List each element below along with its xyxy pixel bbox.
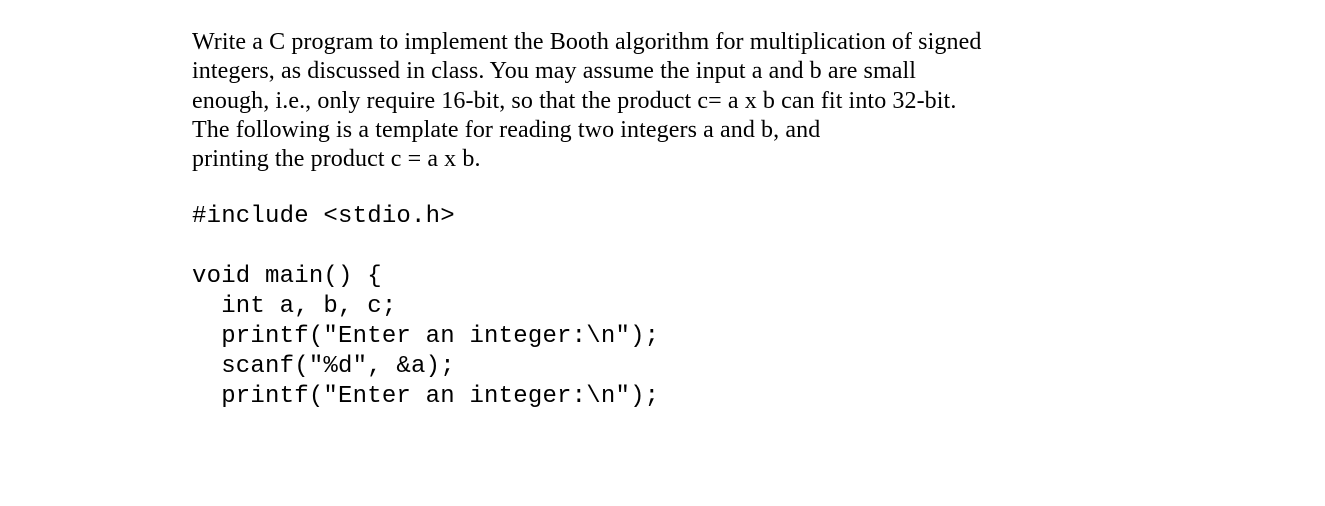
code-line-6: scanf("%d", &a); bbox=[192, 353, 455, 380]
problem-statement: Write a C program to implement the Booth… bbox=[192, 28, 1145, 174]
prose-line-1: Write a C program to implement the Booth… bbox=[192, 29, 981, 55]
code-line-4: int a, b, c; bbox=[192, 293, 396, 320]
prose-line-2: integers, as discussed in class. You may… bbox=[192, 58, 916, 84]
document-page: Write a C program to implement the Booth… bbox=[0, 0, 1325, 412]
code-line-7: printf("Enter an integer:\n"); bbox=[192, 383, 659, 410]
code-line-5: printf("Enter an integer:\n"); bbox=[192, 323, 659, 350]
prose-line-4: The following is a template for reading … bbox=[192, 117, 820, 143]
code-line-3: void main() { bbox=[192, 263, 382, 290]
code-line-1: #include <stdio.h> bbox=[192, 203, 455, 230]
prose-line-5: printing the product c = a x b. bbox=[192, 146, 481, 172]
code-snippet: #include <stdio.h> void main() { int a, … bbox=[192, 202, 1145, 412]
prose-line-3: enough, i.e., only require 16-bit, so th… bbox=[192, 88, 956, 114]
